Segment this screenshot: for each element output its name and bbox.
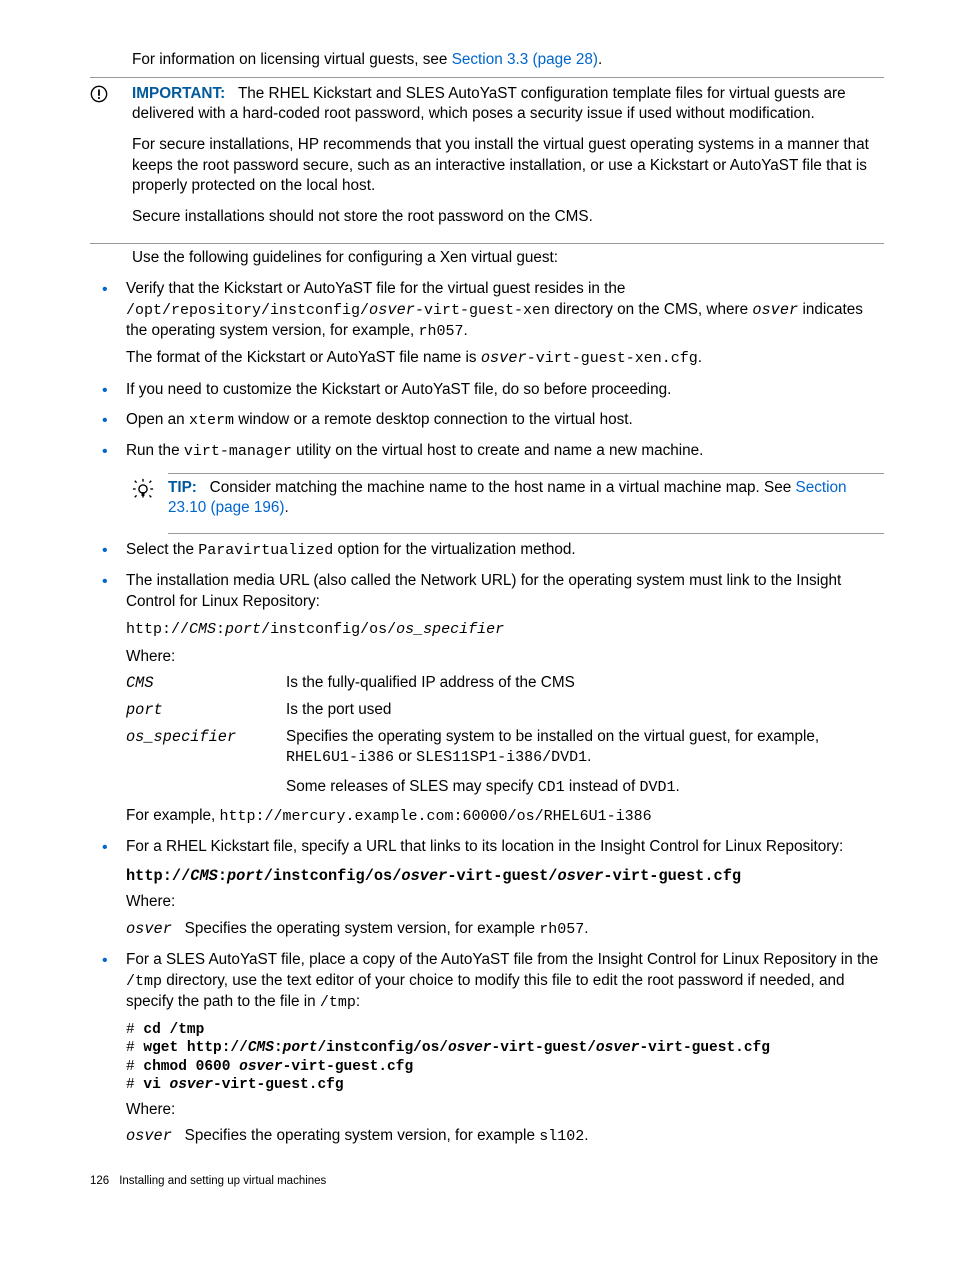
b4-code: virt-manager (184, 443, 292, 460)
bullet-list-1: Verify that the Kickstart or AutoYaST fi… (90, 279, 884, 463)
b7-def: osver Specifies the operating system ver… (126, 919, 884, 940)
b7-d-post: . (584, 920, 588, 937)
page-footer: 126 Installing and setting up virtual ma… (90, 1174, 884, 1190)
b8-p1: For a SLES AutoYaST file, place a copy o… (126, 950, 884, 1013)
desc-cms: Is the fully-qualified IP address of the… (286, 673, 884, 694)
b1-l2-pre: The format of the Kickstart or AutoYaST … (126, 349, 481, 366)
bullet-3: Open an xterm window or a remote desktop… (90, 410, 884, 431)
b8-d-code: sl102 (539, 1128, 584, 1145)
bullet-4: Run the virt-manager utility on the virt… (90, 441, 884, 462)
bullet-5: Select the Paravirtualized option for th… (90, 540, 884, 561)
b7-url: http://CMS:port/instconfig/os/osver-virt… (126, 866, 884, 887)
b1-l2-i: osver (481, 349, 527, 367)
b1-code1: /opt/repository/instconfig/ (126, 302, 369, 319)
def-table: CMSIs the fully-qualified IP address of … (126, 673, 884, 797)
b8-term: osver (126, 1127, 172, 1145)
divider (168, 533, 884, 534)
b3-post: window or a remote desktop connection to… (234, 411, 633, 428)
b7-p1: For a RHEL Kickstart file, specify a URL… (126, 837, 884, 858)
divider (90, 243, 884, 244)
b1-post1: directory on the CMS, where (550, 301, 752, 318)
footer-title: Installing and setting up virtual machin… (119, 1174, 326, 1190)
tip-callout: TIP: Consider matching the machine name … (132, 478, 884, 529)
tip-text: TIP: Consider matching the machine name … (168, 478, 884, 519)
term-spec: os_specifier (126, 727, 286, 798)
desc-port: Is the port used (286, 700, 884, 721)
page-number: 126 (90, 1174, 109, 1190)
divider (90, 77, 884, 78)
bullet-7: For a RHEL Kickstart file, specify a URL… (90, 837, 884, 940)
guidelines-intro: Use the following guidelines for configu… (132, 248, 884, 269)
important-p1-text: The RHEL Kickstart and SLES AutoYaST con… (132, 85, 846, 123)
term-cms: CMS (126, 673, 286, 694)
important-callout: IMPORTANT: The RHEL Kickstart and SLES A… (90, 84, 884, 238)
b7-d-pre: Specifies the operating system version, … (185, 920, 540, 937)
tip-body-text: Consider matching the machine name to th… (210, 479, 796, 496)
intro-pre: For information on licensing virtual gue… (132, 51, 452, 68)
b6-where: Where: (126, 647, 884, 668)
b7-d-code: rh057 (539, 921, 584, 938)
important-p3: Secure installations should not store th… (132, 207, 884, 228)
b1-l2-code: -virt-guest-xen.cfg (527, 350, 698, 367)
b6-url: http://CMS:port/instconfig/os/os_specifi… (126, 620, 884, 640)
b6-example: For example, http://mercury.example.com:… (126, 806, 884, 827)
b5-code: Paravirtualized (198, 542, 333, 559)
b1-code3: rh057 (418, 323, 463, 340)
b1-post3: . (464, 322, 468, 339)
b1-code2i: osver (752, 301, 798, 319)
b1-l2-post: . (698, 349, 702, 366)
tip-post: . (285, 499, 289, 516)
intro-text: For information on licensing virtual gue… (132, 50, 884, 71)
b4-pre: Run the (126, 442, 184, 459)
b3-code: xterm (189, 412, 234, 429)
b8-def: osver Specifies the operating system ver… (126, 1126, 884, 1147)
bullet-8: For a SLES AutoYaST file, place a copy o… (90, 950, 884, 1148)
important-label: IMPORTANT: (132, 85, 225, 102)
b1-code1b: -virt-guest-xen (415, 302, 550, 319)
important-p2: For secure installations, HP recommends … (132, 135, 884, 197)
bullet-1: Verify that the Kickstart or AutoYaST fi… (90, 279, 884, 369)
b8-d-pre: Specifies the operating system version, … (185, 1127, 540, 1144)
important-icon (90, 84, 132, 238)
b1-pre1: Verify that the Kickstart or AutoYaST fi… (126, 280, 625, 297)
b7-term: osver (126, 920, 172, 938)
important-p1: IMPORTANT: The RHEL Kickstart and SLES A… (132, 84, 884, 125)
b1-code1i: osver (369, 301, 415, 319)
b4-post: utility on the virtual host to create an… (292, 442, 704, 459)
b8-d-post: . (584, 1127, 588, 1144)
divider (168, 473, 884, 474)
b8-where: Where: (126, 1100, 884, 1121)
b5-pre: Select the (126, 541, 198, 558)
intro-post: . (598, 51, 602, 68)
bullet-2: If you need to customize the Kickstart o… (90, 380, 884, 401)
bullet-list-2: Select the Paravirtualized option for th… (90, 540, 884, 1148)
tip-icon (132, 478, 168, 529)
b5-post: option for the virtualization method. (333, 541, 575, 558)
link-section-3-3[interactable]: Section 3.3 (page 28) (452, 51, 598, 68)
b8-code-block: # cd /tmp # wget http://CMS:port/instcon… (126, 1021, 884, 1094)
tip-label: TIP: (168, 479, 197, 496)
bullet-6: The installation media URL (also called … (90, 571, 884, 827)
b7-where: Where: (126, 892, 884, 913)
b3-pre: Open an (126, 411, 189, 428)
desc-spec: Specifies the operating system to be ins… (286, 727, 884, 798)
term-port: port (126, 700, 286, 721)
b6-p1: The installation media URL (also called … (126, 571, 884, 612)
